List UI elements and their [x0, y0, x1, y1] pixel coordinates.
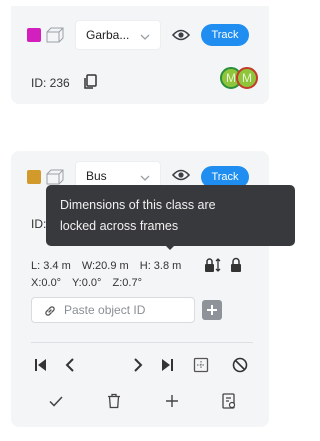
length-value: L: 3.4 m	[31, 260, 71, 272]
rotation-z: Z:0.7°	[112, 277, 142, 289]
class-color-swatch[interactable]	[27, 28, 41, 42]
eye-icon[interactable]	[171, 28, 191, 42]
class-color-swatch[interactable]	[27, 170, 41, 184]
jump-to-last-icon[interactable]	[158, 356, 176, 374]
rotation-x: X:0.0°	[31, 277, 62, 289]
width-value: W:20.9 m	[81, 260, 129, 272]
cube-icon[interactable]	[46, 169, 64, 185]
jump-to-first-icon[interactable]	[32, 356, 50, 374]
class-select[interactable]: Garba...	[75, 20, 161, 50]
object-card-garbage: Garba... Track ID: 236 M M	[11, 6, 269, 104]
lock-height-icon[interactable]	[204, 257, 222, 273]
object-id: ID: 236	[31, 76, 70, 90]
check-icon[interactable]	[47, 392, 65, 410]
add-icon[interactable]	[163, 392, 181, 410]
avatar: M	[236, 67, 258, 89]
chevron-down-icon	[139, 171, 151, 183]
tooltip-tail	[165, 245, 175, 250]
rotation-y: Y:0.0°	[71, 277, 102, 289]
class-select-value: Bus	[86, 169, 107, 183]
eye-icon[interactable]	[171, 168, 191, 182]
cube-icon[interactable]	[46, 27, 64, 43]
divider	[31, 342, 253, 343]
link-icon	[44, 304, 56, 316]
rotation-row: X:0.0° Y:0.0° Z:0.7°	[31, 277, 150, 289]
tooltip: Dimensions of this class are locked acro…	[46, 185, 295, 246]
chevron-down-icon	[139, 30, 151, 42]
trash-icon[interactable]	[105, 392, 123, 410]
height-value: H: 3.8 m	[139, 260, 182, 272]
lock-icon[interactable]	[230, 257, 242, 273]
keyframe-icon[interactable]	[192, 356, 210, 374]
class-select-value: Garba...	[86, 28, 130, 42]
next-frame-icon[interactable]	[129, 356, 147, 374]
dimensions-row: L: 3.4 m W:20.9 m H: 3.8 m	[31, 260, 189, 272]
tooltip-line-1: Dimensions of this class are	[60, 198, 216, 212]
previous-frame-icon[interactable]	[61, 356, 79, 374]
track-button[interactable]: Track	[201, 24, 249, 46]
tooltip-line-2: locked across frames	[60, 219, 179, 233]
paste-object-id-field[interactable]	[31, 297, 195, 323]
attributes-icon[interactable]	[220, 392, 238, 410]
copy-icon[interactable]	[83, 74, 97, 90]
disable-icon[interactable]	[231, 356, 249, 374]
add-object-id-button[interactable]	[202, 300, 222, 320]
paste-object-id-input[interactable]	[64, 301, 190, 319]
